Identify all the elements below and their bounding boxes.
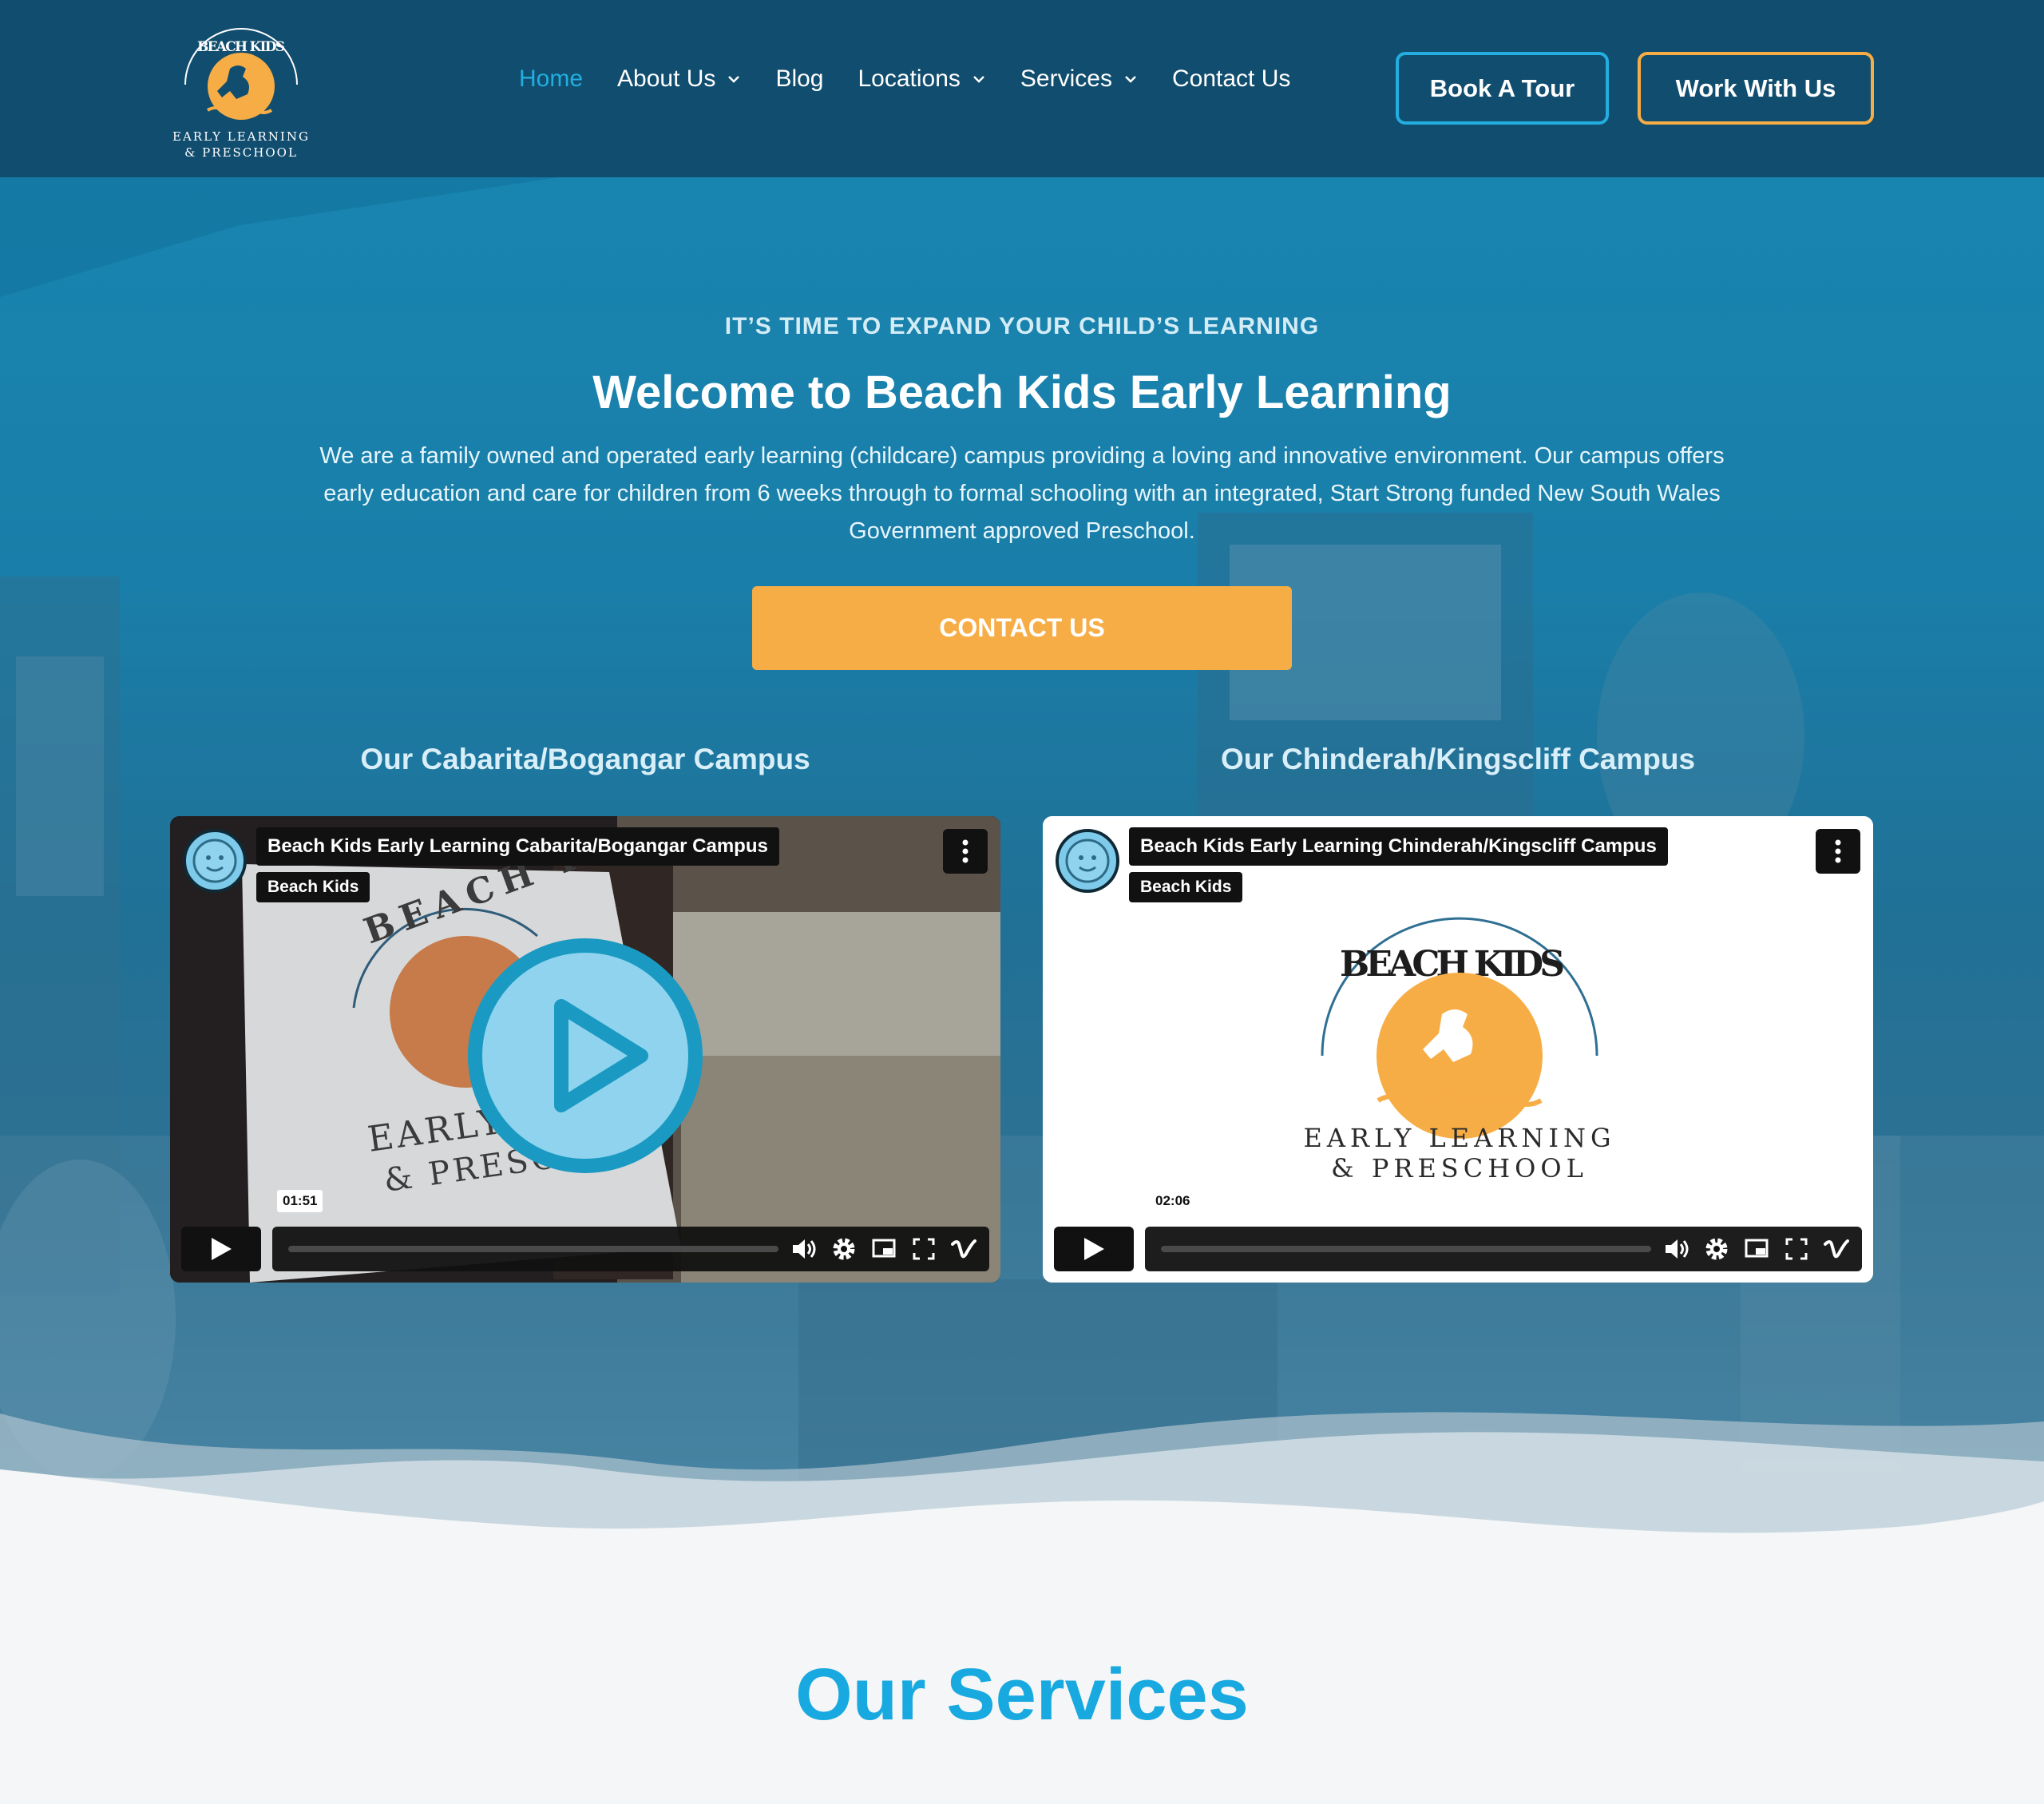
play-icon: [1084, 1238, 1104, 1260]
site-header: BEACH KIDS EARLY LEARNING & PRESCHOOL Ho…: [0, 0, 2044, 177]
beach-kids-logo[interactable]: BEACH KIDS EARLY LEARNING & PRESCHOOL: [168, 21, 315, 161]
play-button[interactable]: [1054, 1227, 1134, 1271]
hero-title: Welcome to Beach Kids Early Learning: [592, 367, 1452, 418]
video-scrubber[interactable]: [1161, 1246, 1651, 1252]
nav-services[interactable]: Services: [1020, 65, 1138, 93]
logo-line-2: & PRESCHOOL: [184, 145, 298, 160]
smiley-icon: [1065, 839, 1110, 883]
work-with-us-button[interactable]: Work With Us: [1638, 52, 1874, 125]
hero-section: IT’S TIME TO EXPAND YOUR CHILD’S LEARNIN…: [0, 177, 2044, 1535]
main-nav: Home About Us Blog Locations Services Co…: [519, 65, 1325, 93]
channel-avatar[interactable]: [1056, 829, 1119, 893]
nav-about-us[interactable]: About Us: [617, 65, 741, 93]
gear-icon[interactable]: [830, 1235, 858, 1263]
picture-in-picture-icon[interactable]: [869, 1235, 898, 1263]
fullscreen-icon[interactable]: [909, 1235, 938, 1263]
nav-about-us-label: About Us: [617, 65, 716, 92]
chevron-down-icon: [728, 76, 740, 83]
video-channel[interactable]: Beach Kids: [256, 872, 370, 902]
nav-services-label: Services: [1020, 65, 1112, 92]
nav-home[interactable]: Home: [519, 65, 583, 93]
volume-icon[interactable]: [790, 1235, 818, 1263]
smiley-icon: [192, 839, 237, 883]
video-duration: 02:06: [1150, 1190, 1196, 1212]
more-vertical-icon[interactable]: [943, 829, 988, 874]
gear-icon[interactable]: [1702, 1235, 1731, 1263]
fullscreen-icon[interactable]: [1782, 1235, 1811, 1263]
contact-us-button[interactable]: CONTACT US: [752, 586, 1292, 670]
nav-locations[interactable]: Locations: [858, 65, 985, 93]
video-progress-bar: 02:06: [1145, 1190, 1862, 1271]
video-channel[interactable]: Beach Kids: [1129, 872, 1243, 902]
wave-divider: [0, 1412, 2044, 1573]
hero-eyebrow: IT’S TIME TO EXPAND YOUR CHILD’S LEARNIN…: [724, 313, 1320, 339]
video-progress-bar: 01:51: [272, 1190, 989, 1271]
campus-heading-chinderah: Our Chinderah/Kingscliff Campus: [1220, 743, 1696, 775]
more-vertical-icon[interactable]: [1816, 829, 1860, 874]
logo-line-1-video: EARLY LEARNING: [1303, 1123, 1615, 1153]
video-controls: 01:51: [181, 1190, 989, 1271]
vimeo-icon[interactable]: [949, 1235, 978, 1263]
nav-locations-label: Locations: [858, 65, 961, 92]
chevron-down-icon: [973, 76, 984, 83]
nav-contact-us-label: Contact Us: [1171, 65, 1291, 92]
book-a-tour-button[interactable]: Book A Tour: [1396, 52, 1609, 125]
volume-icon[interactable]: [1662, 1235, 1691, 1263]
services-heading: Our Services: [795, 1654, 1249, 1735]
video-player-chinderah[interactable]: BEACH KIDS EARLY LEARNING & PRESCHOOL Be…: [1043, 816, 1873, 1283]
play-button[interactable]: [181, 1227, 261, 1271]
video-title[interactable]: Beach Kids Early Learning Chinderah/King…: [1129, 827, 1668, 866]
channel-avatar[interactable]: [183, 829, 247, 893]
video-scrubber[interactable]: [288, 1246, 778, 1252]
video-player-cabarita[interactable]: EARLY LE & PRESCH BEACH KI Beach Kids Ea…: [170, 816, 1000, 1283]
hero-description: We are a family owned and operated early…: [319, 443, 1725, 544]
vimeo-icon[interactable]: [1822, 1235, 1851, 1263]
campus-heading-cabarita: Our Cabarita/Bogangar Campus: [360, 743, 810, 775]
logo-line-2-video: & PRESCHOOL: [1331, 1153, 1588, 1184]
nav-contact-us[interactable]: Contact Us: [1172, 65, 1290, 93]
video-title[interactable]: Beach Kids Early Learning Cabarita/Bogan…: [256, 827, 779, 866]
logo-line-1: EARLY LEARNING: [172, 129, 310, 144]
play-icon: [212, 1238, 232, 1260]
nav-blog-label: Blog: [775, 65, 824, 92]
picture-in-picture-icon[interactable]: [1742, 1235, 1771, 1263]
nav-blog[interactable]: Blog: [775, 65, 823, 93]
video-duration: 01:51: [277, 1190, 323, 1212]
video-controls: 02:06: [1054, 1190, 1862, 1271]
nav-home-label: Home: [519, 65, 584, 92]
chevron-down-icon: [1125, 76, 1136, 83]
